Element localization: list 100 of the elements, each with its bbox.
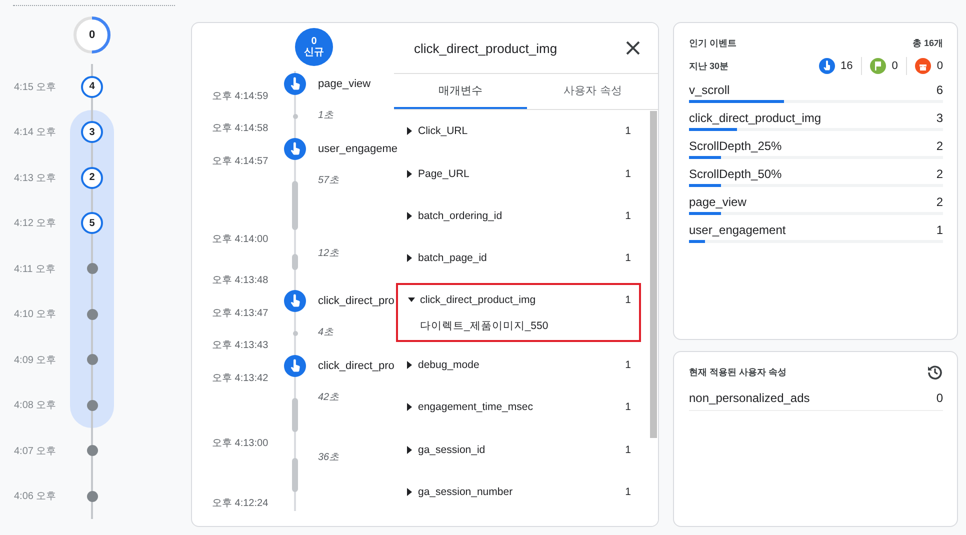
timestamp: 오후 4:13:47: [212, 307, 270, 321]
event-count[interactable]: 3: [81, 121, 103, 144]
gap-bar: [292, 254, 298, 270]
minute-label: 4:12 오후: [13, 217, 58, 232]
close-icon[interactable]: [626, 41, 640, 55]
event-name[interactable]: click_direct_pro: [312, 353, 394, 391]
caret-icon[interactable]: [406, 212, 413, 220]
gap-duration: 4초: [317, 326, 335, 340]
timestamp: 오후 4:13:43: [212, 340, 270, 352]
minute-dot[interactable]: [86, 308, 98, 320]
parameter-name[interactable]: batch_ordering_id: [418, 210, 626, 222]
caret-icon[interactable]: [406, 360, 413, 369]
card-title: 현재 적용된 사용자 속성: [689, 366, 787, 378]
event-count: 2: [936, 166, 943, 180]
card-title: 인기 이벤트: [689, 36, 737, 50]
event-name[interactable]: page_view: [689, 194, 746, 208]
gap-bar: [292, 398, 298, 432]
parameter-name[interactable]: click_direct_product_img: [420, 294, 626, 306]
minute-dot[interactable]: [86, 490, 98, 502]
parameter-count: 1: [625, 168, 631, 180]
event-name[interactable]: user_engagement: [689, 222, 786, 236]
parameter-name[interactable]: Click_URL: [418, 125, 626, 138]
event-count[interactable]: 4: [81, 76, 103, 98]
parameter-count: 1: [625, 125, 631, 138]
stat-count: 16: [840, 60, 853, 72]
panel-title: click_direct_product_img: [414, 40, 558, 56]
parameter-name[interactable]: batch_page_id: [418, 252, 626, 264]
event-count[interactable]: 2: [81, 166, 103, 189]
gap-duration: 42초: [317, 391, 340, 405]
event-count[interactable]: 5: [81, 212, 103, 234]
minute-label: 4:09 오후: [13, 354, 58, 368]
event-name[interactable]: ScrollDepth_25%: [689, 138, 782, 152]
minute-label: 4:13 오후: [13, 172, 58, 186]
gap-bar: [292, 181, 298, 230]
timestamp: 오후 4:14:00: [212, 234, 270, 246]
event-name[interactable]: click_direct_product_img: [689, 110, 822, 124]
parameter-name[interactable]: debug_mode: [418, 358, 626, 371]
minute-dot[interactable]: [86, 445, 98, 456]
timestamp: 오후 4:14:59: [212, 90, 270, 104]
event-count: 1: [936, 222, 943, 236]
caret-icon[interactable]: [406, 170, 413, 178]
event-count: 2: [936, 138, 943, 152]
tab[interactable]: 사용자 속성: [526, 74, 658, 109]
parameter-count: 1: [625, 358, 631, 371]
parameter-count: 1: [625, 252, 631, 264]
event-count: 2: [936, 194, 943, 208]
event-name[interactable]: page_view: [312, 71, 394, 109]
parameter-count: 1: [625, 486, 631, 498]
parameter-name[interactable]: ga_session_id: [418, 444, 626, 456]
event-count: 3: [936, 110, 943, 124]
gap-duration: 36초: [317, 451, 340, 465]
hand-icon[interactable]: [284, 138, 306, 160]
minute-label: 4:10 오후: [13, 308, 58, 322]
hand-icon[interactable]: [284, 290, 306, 312]
event-name[interactable]: v_scroll: [689, 82, 730, 96]
event-name[interactable]: user_engageme: [312, 136, 398, 174]
scrollbar-thumb[interactable]: [650, 111, 657, 438]
parameter-name[interactable]: Page_URL: [418, 168, 626, 180]
timestamp: 오후 4:13:42: [212, 372, 270, 386]
minute-dot[interactable]: [86, 354, 98, 366]
caret-icon[interactable]: [406, 488, 413, 496]
minute-label: 4:06 오후: [13, 490, 58, 504]
event-name[interactable]: click_direct_pro: [312, 288, 394, 326]
gap-duration: 57초: [317, 174, 340, 188]
timestamp: 오후 4:12:24: [212, 498, 270, 510]
gap-duration: 1초: [317, 109, 335, 123]
event-name[interactable]: ScrollDepth_50%: [689, 166, 782, 180]
new-users-badge: 0 신규: [295, 28, 333, 66]
minute-label: 4:14 오후: [13, 126, 58, 140]
parameter-name[interactable]: ga_session_number: [418, 486, 626, 498]
hand-icon[interactable]: [284, 355, 306, 377]
minute-label: 4:07 오후: [13, 444, 58, 459]
caret-icon[interactable]: [406, 127, 413, 136]
minute-label: 4:15 오후: [13, 80, 58, 95]
gap-dot: [292, 114, 298, 119]
minute-dot[interactable]: [86, 400, 98, 411]
caret-icon[interactable]: [408, 296, 415, 304]
property-value: 0: [936, 391, 943, 405]
caret-icon[interactable]: [406, 446, 413, 454]
hand-icon[interactable]: [284, 73, 306, 95]
caret-icon[interactable]: [406, 403, 413, 412]
timestamp: 오후 4:14:58: [212, 123, 270, 135]
stat-count: 0: [892, 60, 898, 72]
timestamp: 오후 4:13:48: [212, 275, 270, 287]
parameter-name[interactable]: engagement_time_msec: [418, 401, 626, 414]
parameter-count: 1: [625, 401, 631, 414]
parameter-count: 1: [625, 294, 631, 306]
total-count: 총 16개: [912, 36, 943, 50]
parameter-count: 1: [625, 444, 631, 456]
minute-label: 4:11 오후: [13, 262, 56, 277]
history-icon[interactable]: [927, 364, 943, 380]
event-count: 6: [936, 82, 943, 96]
tab[interactable]: 매개변수: [394, 74, 526, 109]
property-name: non_personalized_ads: [689, 391, 810, 405]
minute-dot[interactable]: [86, 263, 98, 274]
gap-duration: 12초: [317, 247, 340, 261]
gap-bar: [292, 458, 298, 492]
parameter-count: 1: [625, 210, 631, 222]
caret-icon[interactable]: [406, 254, 413, 262]
stat-count: 0: [936, 60, 943, 72]
